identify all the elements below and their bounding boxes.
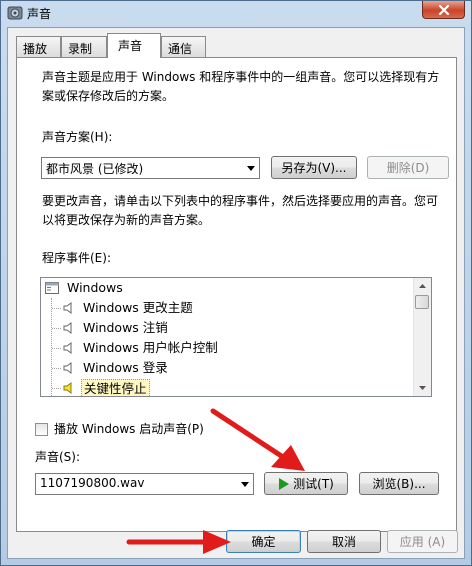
sound-file-value: 1107190800.wav <box>40 476 145 490</box>
events-scrollbar[interactable] <box>413 278 431 396</box>
list-item-windows-group[interactable]: Windows <box>45 278 123 298</box>
dialog-client-area: 播放 录制 声音 通信 声音主题是应用于 Windows 和程序事件中的一组声音… <box>7 27 465 559</box>
speaker-icon <box>63 362 72 374</box>
dropdown-arrow-icon <box>236 474 253 494</box>
list-item-label: Windows 更改主题 <box>83 300 193 315</box>
list-item[interactable]: Windows 注销 <box>41 318 411 338</box>
scroll-down-icon <box>419 386 426 390</box>
scheme-dropdown[interactable]: 都市风景 (已修改) <box>41 157 260 179</box>
sound-label: 声音(S): <box>35 450 81 464</box>
speaker-active-icon <box>63 382 72 394</box>
window-title: 声音 <box>27 7 52 21</box>
tree-connector <box>52 308 61 309</box>
speaker-icon <box>63 302 72 314</box>
save-as-button[interactable]: 另存为(V)... <box>271 156 357 179</box>
list-item[interactable]: Windows 更改主题 <box>41 298 411 318</box>
list-item[interactable]: Windows 登录 <box>41 358 411 378</box>
list-item-label: Windows 登录 <box>83 360 168 375</box>
tab-sounds[interactable]: 声音 <box>107 33 161 58</box>
startup-sound-checkbox[interactable] <box>35 423 48 436</box>
sound-file-dropdown[interactable]: 1107190800.wav <box>35 473 254 495</box>
scrollbar-thumb[interactable] <box>415 295 429 309</box>
tree-connector <box>52 328 61 329</box>
scheme-label: 声音方案(H): <box>42 130 113 144</box>
dropdown-arrow-icon <box>242 158 259 178</box>
speaker-icon <box>63 342 72 354</box>
tab-recording[interactable]: 录制 <box>61 36 107 57</box>
ok-button[interactable]: 确定 <box>226 530 301 553</box>
sound-dialog-window: 声音 播放 录制 声音 通信 声音主题是应用于 Windows 和程序事件中的一… <box>0 0 472 566</box>
scheme-value: 都市风景 (已修改) <box>46 162 144 176</box>
close-icon <box>438 4 449 15</box>
list-item[interactable]: Windows 用户帐户控制 <box>41 338 411 358</box>
window-group-icon <box>45 282 59 294</box>
list-item-label: Windows <box>66 280 123 295</box>
tab-playback[interactable]: 播放 <box>16 36 61 57</box>
scroll-up-icon <box>419 284 426 288</box>
title-bar[interactable]: 声音 <box>1 1 471 27</box>
browse-button[interactable]: 浏览(B)... <box>359 472 439 495</box>
delete-button[interactable]: 删除(D) <box>367 156 449 179</box>
tree-connector <box>52 368 61 369</box>
test-button[interactable]: 测试(T) <box>264 472 348 495</box>
intro-text-line-2: 案或保存修改后的方案。 <box>42 89 175 103</box>
close-button[interactable] <box>422 1 465 19</box>
list-item-label: Windows 用户帐户控制 <box>83 340 218 355</box>
speaker-icon <box>63 322 72 334</box>
play-icon <box>279 477 290 490</box>
list-item-selected[interactable]: 关键性停止 <box>41 378 411 396</box>
program-events-label: 程序事件(E): <box>42 251 111 265</box>
tab-communications[interactable]: 通信 <box>161 36 206 57</box>
startup-sound-label: 播放 Windows 启动声音(P) <box>54 422 204 436</box>
change-text-line-1: 要更改声音，请单击以下列表中的程序事件，然后选择要应用的声音。您可 <box>42 194 439 208</box>
speaker-icon <box>7 6 23 20</box>
intro-text-line-1: 声音主题是应用于 Windows 和程序事件中的一组声音。您可以选择现有方 <box>42 70 440 84</box>
program-events-list[interactable]: Windows Windows 更改主题 Windows 注销 Windows … <box>40 277 432 397</box>
cancel-button[interactable]: 取消 <box>307 530 381 553</box>
change-text-line-2: 以将更改保存为新的声音方案。 <box>42 213 211 227</box>
test-label: 测试(T) <box>293 477 334 491</box>
tree-connector <box>52 348 61 349</box>
apply-button[interactable]: 应用 (A) <box>387 530 458 553</box>
list-item-label: Windows 注销 <box>83 320 168 335</box>
list-item-label: 关键性停止 <box>81 379 150 396</box>
tree-connector <box>52 388 61 389</box>
